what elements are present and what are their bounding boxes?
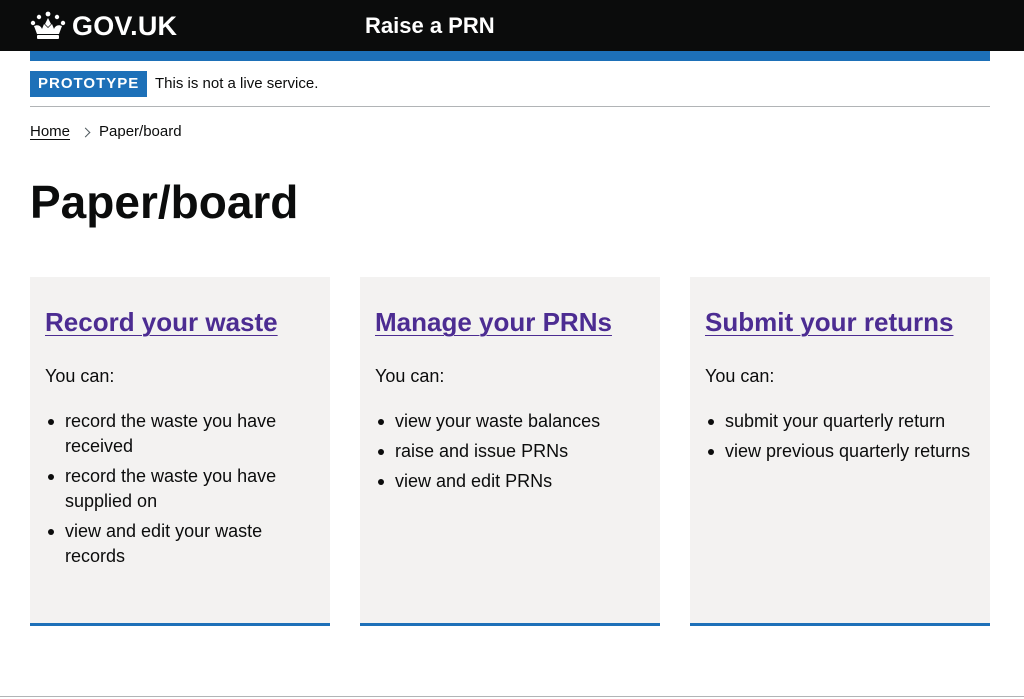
page-title: Paper/board <box>30 176 299 228</box>
service-name-link[interactable]: Raise a PRN <box>365 12 495 40</box>
card-list: record the waste you have received recor… <box>45 409 315 569</box>
phase-text: This is not a live service. <box>155 75 319 92</box>
list-item: record the waste you have supplied on <box>45 464 315 514</box>
footer-divider <box>0 696 1024 697</box>
phase-tag: PROTOTYPE <box>30 71 148 97</box>
card-list: submit your quarterly return view previo… <box>705 409 975 464</box>
list-item: raise and issue PRNs <box>375 439 645 464</box>
manage-prns-link[interactable]: Manage your PRNs <box>375 306 612 338</box>
submit-returns-link[interactable]: Submit your returns <box>705 306 953 338</box>
list-item: view and edit your waste records <box>45 519 315 569</box>
logo-text: GOV.UK <box>72 11 178 41</box>
breadcrumb: Home Paper/board <box>30 122 182 142</box>
card-intro: You can: <box>45 366 115 386</box>
list-item: view and edit PRNs <box>375 469 645 494</box>
header-blue-stripe <box>30 51 990 61</box>
breadcrumb-current: Paper/board <box>99 123 182 140</box>
card-submit-returns: Submit your returns You can: submit your… <box>690 277 990 626</box>
card-manage-prns: Manage your PRNs You can: view your wast… <box>360 277 660 626</box>
list-item: view previous quarterly returns <box>705 439 975 464</box>
chevron-right-icon <box>80 127 91 137</box>
breadcrumb-home-link[interactable]: Home <box>30 122 70 142</box>
card-intro: You can: <box>705 366 775 386</box>
list-item: record the waste you have received <box>45 409 315 459</box>
phase-banner: PROTOTYPE This is not a live service. <box>30 61 990 107</box>
card-list: view your waste balances raise and issue… <box>375 409 645 494</box>
list-item: submit your quarterly return <box>705 409 975 434</box>
site-header: GOV.UK Raise a PRN <box>0 0 1024 51</box>
card-intro: You can: <box>375 366 445 386</box>
crown-icon <box>30 10 66 42</box>
govuk-logo-link[interactable]: GOV.UK <box>30 10 177 42</box>
list-item: view your waste balances <box>375 409 645 434</box>
card-record-waste: Record your waste You can: record the wa… <box>30 277 330 626</box>
record-waste-link[interactable]: Record your waste <box>45 306 278 338</box>
